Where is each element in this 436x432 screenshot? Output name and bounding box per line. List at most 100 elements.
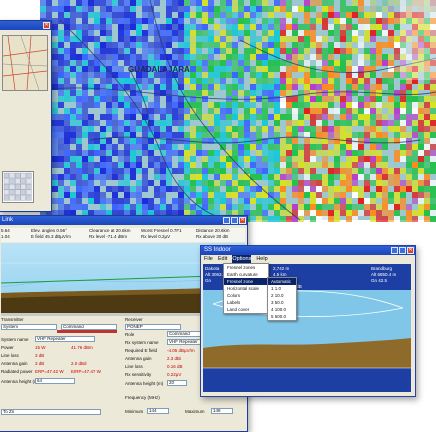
coverage-cell <box>184 36 190 42</box>
close-icon[interactable]: ✕ <box>407 247 414 254</box>
palette-swatch[interactable] <box>26 172 32 179</box>
submenu-item[interactable]: 2 10.0 <box>268 292 296 299</box>
tx-system-combo[interactable]: System <box>1 324 57 330</box>
palette-swatch[interactable] <box>3 178 10 184</box>
palette-swatch[interactable] <box>9 184 15 190</box>
palette-swatch[interactable] <box>15 184 21 190</box>
minimize-icon[interactable] <box>223 217 230 224</box>
coverage-cell <box>244 138 250 144</box>
coverage-cell <box>184 108 190 114</box>
options-item[interactable]: Colors <box>224 292 268 299</box>
coverage-cell <box>100 90 106 96</box>
options-item[interactable]: Labels <box>224 299 268 306</box>
palette-swatch[interactable] <box>9 195 15 201</box>
rx-row-value: 2.3 dBi <box>167 356 182 361</box>
coverage-cell <box>112 12 118 18</box>
readout-r1-c2: Clearance at 20.6km <box>89 228 131 233</box>
palette-swatch[interactable] <box>3 184 10 190</box>
palette-swatch[interactable] <box>20 189 26 195</box>
coverage-cell <box>226 18 232 24</box>
submenu-item[interactable]: 3 50.0 <box>268 299 296 306</box>
freq-min-input[interactable]: 144 <box>147 408 169 414</box>
coverage-cell <box>82 24 88 30</box>
close-icon[interactable]: ✕ <box>43 22 50 29</box>
coverage-cell <box>94 18 100 24</box>
palette-swatch[interactable] <box>15 172 21 179</box>
options-item[interactable]: Horizontal scale <box>224 285 268 292</box>
coverage-cell <box>346 132 352 138</box>
palette-swatch[interactable] <box>9 189 15 195</box>
submenu-item[interactable]: 4 100.0 <box>268 306 296 313</box>
coverage-cell <box>346 78 352 84</box>
options-item[interactable]: Fresnel zones <box>224 264 268 271</box>
tx-row-label: Antenna gain <box>1 361 28 366</box>
palette-swatch[interactable] <box>3 172 10 179</box>
coverage-cell <box>130 192 136 198</box>
tx-row-value[interactable]: VHF Repeater <box>35 336 95 342</box>
rx-system-combo[interactable]: PONEP <box>125 324 181 330</box>
close-icon[interactable]: ✕ <box>239 217 246 224</box>
coverage-cell <box>64 204 70 210</box>
coverage-cell <box>292 30 298 36</box>
freq-max-input[interactable]: 148 <box>211 408 233 414</box>
coverage-cell <box>244 180 250 186</box>
coverage-cell <box>76 120 82 126</box>
tx-height-input[interactable]: 64 <box>35 378 75 384</box>
submenu-item-active[interactable]: Automatic <box>268 278 296 285</box>
link-titlebar: Link ✕ <box>0 216 247 225</box>
coverage-cell <box>70 108 76 114</box>
coverage-cell <box>58 192 64 198</box>
minimize-icon[interactable] <box>391 247 398 254</box>
palette-swatch[interactable] <box>3 195 10 201</box>
coverage-cell <box>226 174 232 180</box>
maximize-icon[interactable] <box>399 247 406 254</box>
palette-swatch[interactable] <box>3 189 10 195</box>
palette-swatch[interactable] <box>26 189 32 195</box>
palette-swatch[interactable] <box>20 178 26 184</box>
menu-help[interactable]: Help <box>256 255 267 263</box>
coverage-cell <box>184 144 190 150</box>
palette-swatch[interactable] <box>26 195 32 201</box>
coverage-cell <box>238 24 244 30</box>
coverage-cell <box>406 108 412 114</box>
coverage-cell <box>238 138 244 144</box>
palette-swatch[interactable] <box>15 178 21 184</box>
coverage-cell <box>298 204 304 210</box>
tx-bottom-combo[interactable]: To Zn <box>1 409 101 415</box>
coverage-cell <box>286 102 292 108</box>
palette-swatch[interactable] <box>20 172 26 179</box>
coverage-cell <box>310 192 316 198</box>
coverage-cell <box>118 156 124 162</box>
coverage-cell <box>376 48 382 54</box>
menu-edit[interactable]: Edit <box>218 255 227 263</box>
coverage-cell <box>424 204 430 210</box>
options-item[interactable]: Land cover <box>224 306 268 313</box>
maximize-icon[interactable] <box>231 217 238 224</box>
palette-swatch[interactable] <box>20 195 26 201</box>
color-palette[interactable] <box>2 171 34 203</box>
coverage-cell <box>178 12 184 18</box>
palette-swatch[interactable] <box>26 184 32 190</box>
palette-swatch[interactable] <box>15 189 21 195</box>
coverage-cell <box>286 114 292 120</box>
coverage-cell <box>136 198 142 204</box>
menu-options[interactable]: Options <box>232 255 252 263</box>
submenu-item[interactable]: 1 1.0 <box>268 285 296 292</box>
coverage-cell <box>238 84 244 90</box>
palette-swatch[interactable] <box>26 178 32 184</box>
minimap-panel[interactable] <box>2 35 48 91</box>
palette-swatch[interactable] <box>9 178 15 184</box>
palette-swatch[interactable] <box>20 184 26 190</box>
coverage-cell <box>412 120 418 126</box>
options-item[interactable]: Earth curvature <box>224 271 268 278</box>
coverage-cell <box>64 186 70 192</box>
submenu-item[interactable]: 5 500.0 <box>268 313 296 320</box>
options-item-active[interactable]: Fresnel zone <box>224 278 268 285</box>
coverage-cell <box>244 54 250 60</box>
rx-height-input[interactable]: 20 <box>167 380 187 386</box>
palette-swatch[interactable] <box>9 172 15 179</box>
coverage-cell <box>52 30 58 36</box>
palette-swatch[interactable] <box>15 195 21 201</box>
menu-file[interactable]: File <box>204 255 213 263</box>
coverage-cell <box>364 84 370 90</box>
